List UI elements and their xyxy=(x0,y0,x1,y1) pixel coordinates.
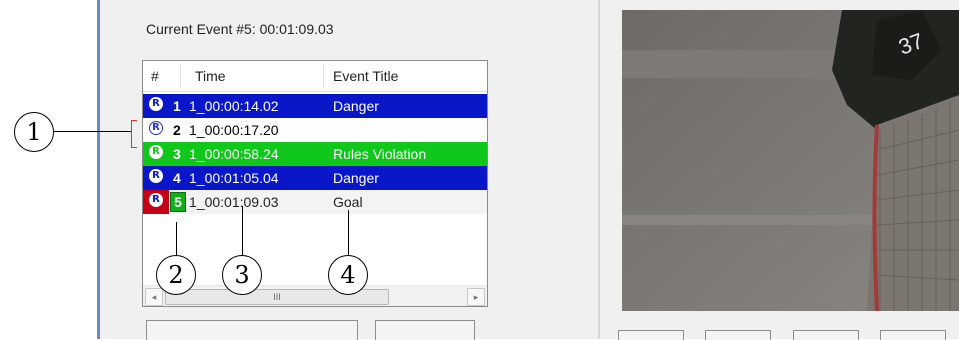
event-number: 2 xyxy=(173,122,181,138)
bottom-button[interactable] xyxy=(375,320,475,340)
video-preview[interactable]: 37 xyxy=(622,10,959,311)
event-time: 1_00:00:17.20 xyxy=(189,122,279,138)
replay-icon: R xyxy=(149,145,163,159)
callout-leader xyxy=(53,131,131,132)
replay-icon: R xyxy=(149,169,163,183)
event-number: 4 xyxy=(173,170,181,186)
video-frame-image: 37 xyxy=(622,10,959,311)
event-row[interactable]: R 1 1_00:00:14.02 Danger xyxy=(143,94,487,118)
event-time: 1_00:00:14.02 xyxy=(189,98,279,114)
callout-4: 4 xyxy=(328,255,368,295)
event-number: 3 xyxy=(173,146,181,162)
bottom-button-wide[interactable] xyxy=(146,320,358,340)
column-divider[interactable] xyxy=(180,64,181,88)
event-number: 5 xyxy=(170,192,186,212)
event-row-current[interactable]: R 5 1_00:01:09.03 Goal xyxy=(143,190,487,214)
event-row[interactable]: R 2 1_00:00:17.20 xyxy=(143,118,487,142)
event-time: 1_00:01:09.03 xyxy=(189,194,279,210)
replay-icon: R xyxy=(149,193,163,207)
event-row[interactable]: R 4 1_00:01:05.04 Danger xyxy=(143,166,487,190)
current-event-label: Current Event #5: 00:01:09.03 xyxy=(146,21,334,37)
scroll-right-button[interactable]: ▸ xyxy=(467,288,485,306)
column-header-time[interactable]: Time xyxy=(195,68,226,84)
callout-leader xyxy=(242,206,243,256)
event-time: 1_00:01:05.04 xyxy=(189,170,279,186)
event-title: Rules Violation xyxy=(333,146,427,162)
event-number: 1 xyxy=(173,98,181,114)
event-time: 1_00:00:58.24 xyxy=(189,146,279,162)
event-list-header: # Time Event Title xyxy=(143,61,487,92)
callout-1: 1 xyxy=(14,112,54,152)
replay-icon: R xyxy=(149,121,163,135)
callout-3: 3 xyxy=(222,255,262,295)
event-title: Danger xyxy=(333,98,379,114)
callout-bracket xyxy=(131,120,137,148)
event-row[interactable]: R 3 1_00:00:58.24 Rules Violation xyxy=(143,142,487,166)
event-title: Danger xyxy=(333,170,379,186)
scroll-left-button[interactable]: ◂ xyxy=(145,288,163,306)
callout-2: 2 xyxy=(156,255,196,295)
callout-leader xyxy=(176,222,177,256)
column-divider[interactable] xyxy=(323,64,324,88)
column-header-number[interactable]: # xyxy=(151,68,159,84)
event-title: Goal xyxy=(333,194,363,210)
callout-leader xyxy=(348,210,349,256)
horizontal-scrollbar[interactable]: ◂ III ▸ xyxy=(143,285,487,306)
column-header-event-title[interactable]: Event Title xyxy=(333,68,398,84)
replay-icon: R xyxy=(149,97,163,111)
